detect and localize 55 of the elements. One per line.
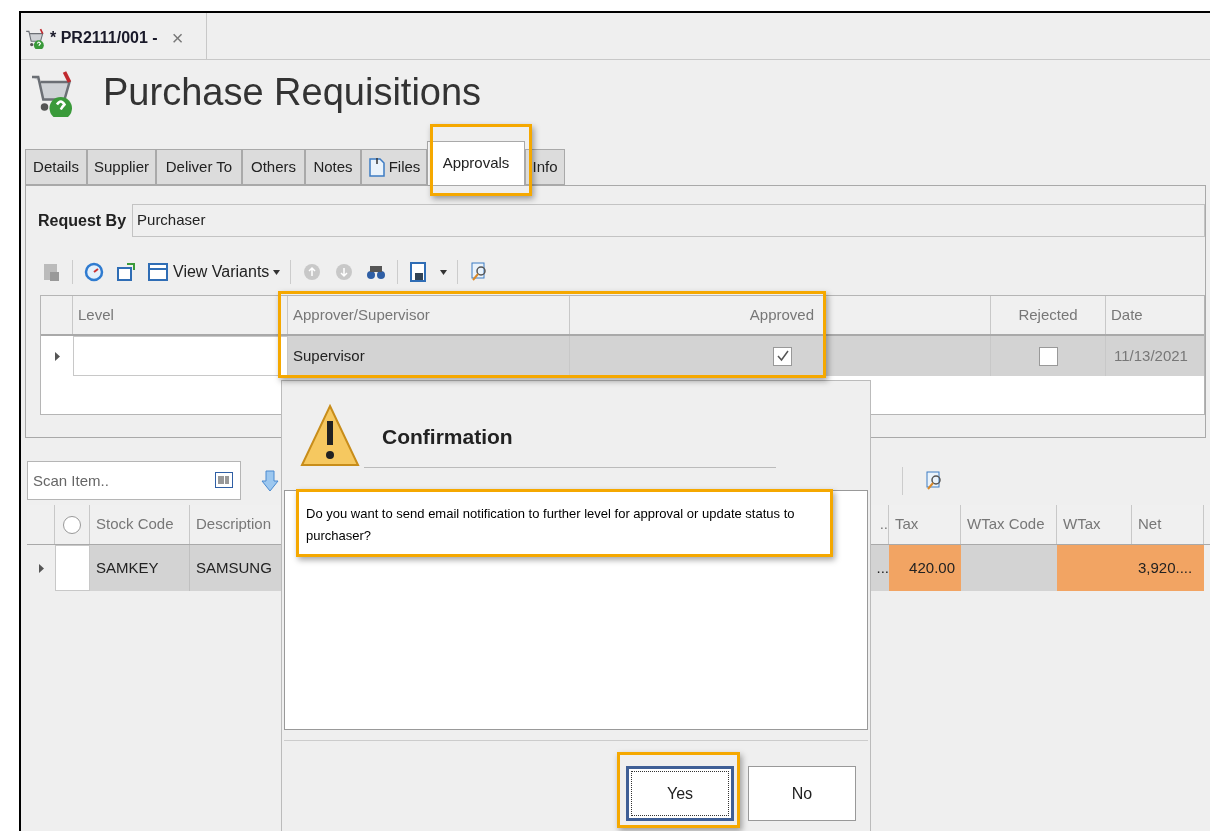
column-header[interactable]: Rejected bbox=[1018, 303, 1078, 327]
table-cell-text: SAMSUNG bbox=[196, 557, 272, 578]
refresh-icon[interactable] bbox=[83, 261, 105, 283]
dialog-title: Confirmation bbox=[382, 424, 514, 450]
rejected-checkbox[interactable] bbox=[1038, 346, 1058, 366]
table-cell-text: Supervisor bbox=[293, 345, 365, 366]
document-tab[interactable]: * PR2111/001 - × bbox=[21, 13, 207, 59]
table-cell-text: SAMKEY bbox=[96, 557, 159, 578]
column-header[interactable]: Description bbox=[196, 513, 272, 536]
dialog-button[interactable]: Yes bbox=[626, 766, 734, 821]
document-title: * PR2111/001 - bbox=[50, 27, 158, 48]
window-icon[interactable] bbox=[115, 261, 137, 283]
arrow-down-icon[interactable] bbox=[261, 469, 279, 492]
grid-row[interactable]: Supervisor 11/13/2021 bbox=[41, 336, 1204, 376]
table-cell-text: ... bbox=[876, 557, 889, 578]
cart-icon bbox=[24, 26, 46, 49]
table-cell-text: 420.00 bbox=[909, 557, 955, 578]
tab[interactable]: Files bbox=[361, 149, 427, 185]
tab[interactable]: Details bbox=[25, 149, 87, 185]
row-indicator-icon bbox=[38, 563, 44, 573]
tab[interactable]: Info bbox=[525, 149, 565, 185]
approved-checkbox[interactable] bbox=[773, 346, 792, 366]
column-header[interactable]: .. bbox=[879, 513, 888, 536]
column-header[interactable]: Date bbox=[1111, 303, 1143, 327]
window-icon bbox=[147, 262, 169, 282]
select-all-radio[interactable] bbox=[63, 515, 81, 534]
request-by-label: Request By bbox=[38, 210, 127, 231]
close-icon[interactable]: × bbox=[171, 22, 184, 53]
caret-icon bbox=[273, 269, 281, 275]
tab[interactable]: Notes bbox=[305, 149, 361, 185]
column-header[interactable]: Level bbox=[78, 303, 114, 327]
barcode-icon[interactable] bbox=[215, 472, 233, 488]
column-header[interactable]: Net bbox=[1138, 513, 1162, 536]
scan-item-field[interactable]: Scan Item.. bbox=[27, 461, 241, 500]
dialog-message: Do you want to send email notification to further level for approval or update status to purchaser? bbox=[306, 505, 796, 545]
column-header[interactable]: WTax bbox=[1063, 513, 1101, 536]
warning-icon bbox=[300, 403, 360, 469]
tab[interactable]: Approvals bbox=[427, 141, 525, 185]
tab[interactable]: Deliver To bbox=[156, 149, 242, 185]
caret-icon[interactable] bbox=[440, 269, 448, 275]
column-header[interactable]: Approved bbox=[749, 303, 814, 327]
page-title: Purchase Requisitions bbox=[103, 69, 482, 115]
column-header[interactable]: Tax bbox=[895, 513, 919, 536]
column-header[interactable]: Stock Code bbox=[96, 513, 174, 536]
request-by-field[interactable]: Purchaser bbox=[132, 204, 1205, 237]
table-cell-text: 3,920.... bbox=[1138, 557, 1193, 578]
tab[interactable]: Supplier bbox=[87, 149, 156, 185]
dialog-button[interactable]: No bbox=[748, 766, 856, 821]
column-header[interactable]: Approver/Supervisor bbox=[293, 303, 430, 327]
column-header[interactable]: WTax Code bbox=[967, 513, 1045, 536]
view-variants-button[interactable]: View Variants bbox=[147, 260, 281, 284]
table-cell-text: 11/13/2021 bbox=[1114, 345, 1188, 366]
tab[interactable]: Others bbox=[242, 149, 305, 185]
document-icon bbox=[367, 156, 386, 178]
row-indicator-icon bbox=[54, 351, 60, 361]
